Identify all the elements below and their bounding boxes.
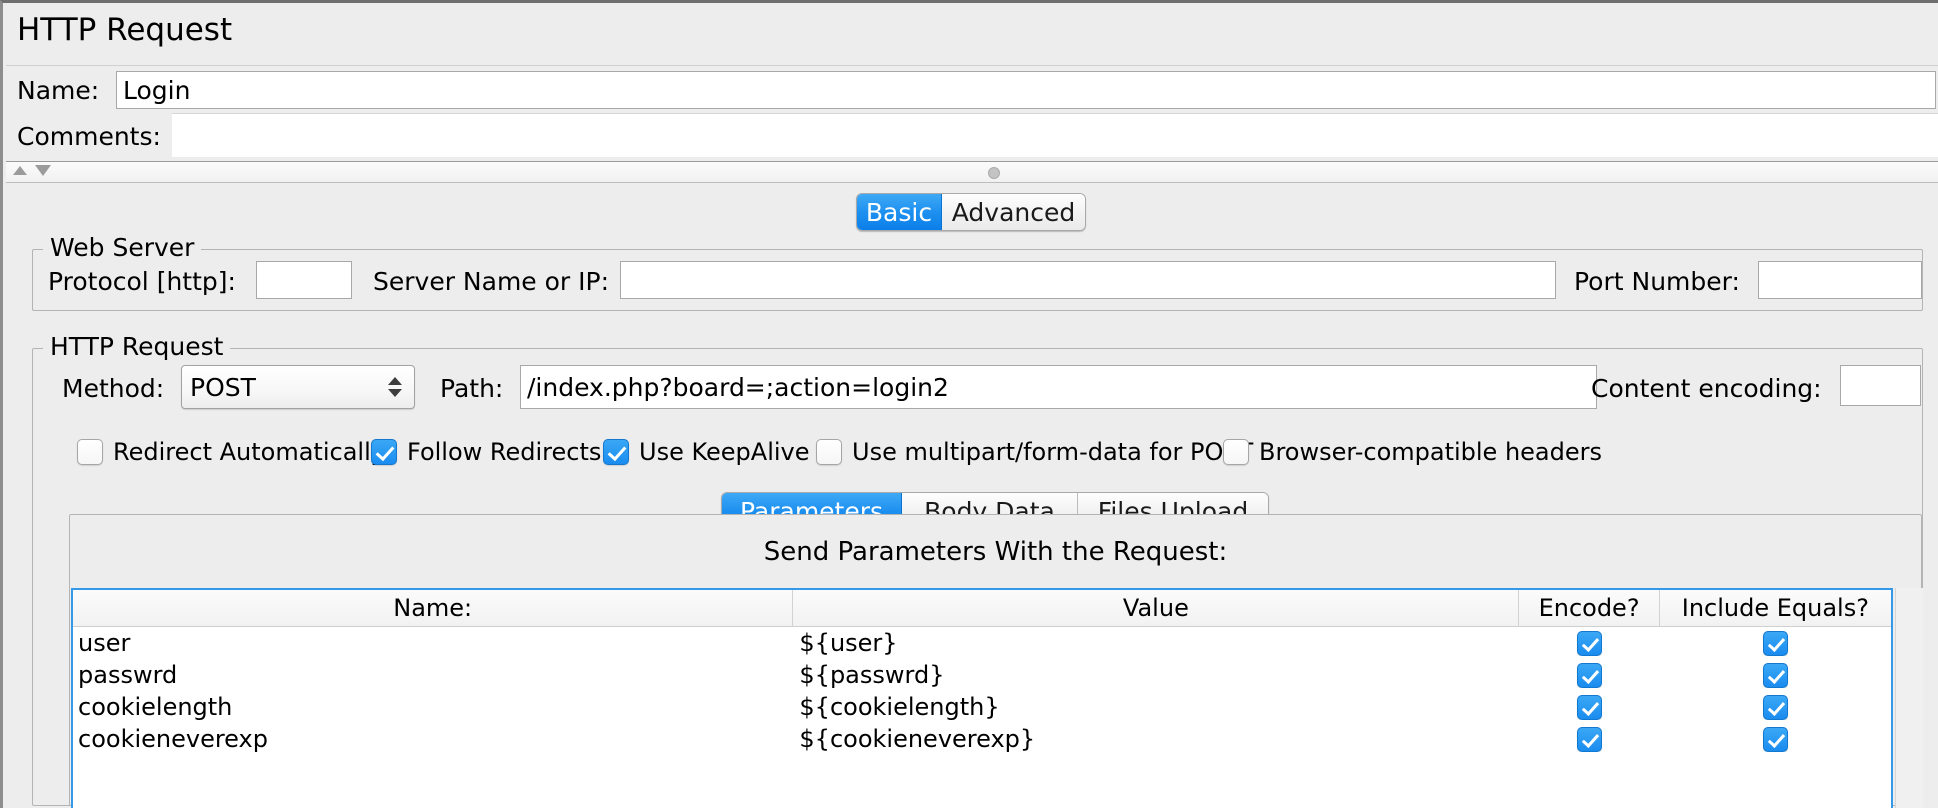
cell-include-equals[interactable] [1660, 663, 1891, 688]
cell-param-name[interactable]: user [73, 629, 793, 657]
parameters-table-body: user ${user} passwrd ${passwrd} [73, 627, 1891, 755]
checkbox-follow-redirects-label: Follow Redirects [407, 438, 601, 466]
cell-include-equals[interactable] [1660, 631, 1891, 656]
checkbox-use-multipart[interactable]: Use multipart/form-data for POST [816, 438, 1253, 466]
checkbox-include-equals-box[interactable] [1763, 631, 1788, 656]
tab-advanced[interactable]: Advanced [942, 194, 1085, 230]
cell-param-name[interactable]: cookieneverexp [73, 725, 793, 753]
checkbox-encode-box[interactable] [1577, 727, 1602, 752]
path-label: Path: [440, 374, 503, 403]
title-bar: HTTP Request [6, 6, 1938, 63]
column-header-name[interactable]: Name: [73, 590, 793, 626]
splitter-bar[interactable] [6, 161, 1938, 183]
parameters-panel: Send Parameters With the Request: Name: … [69, 514, 1922, 806]
window-frame: HTTP Request Name: Comments: Basic [0, 0, 1938, 808]
name-row: Name: [6, 65, 1938, 112]
cell-param-value[interactable]: ${passwrd} [793, 661, 1519, 689]
name-label: Name: [17, 76, 99, 105]
chevron-updown-icon [388, 377, 402, 397]
tab-advanced-label: Advanced [952, 198, 1076, 227]
checkbox-use-keepalive-label: Use KeepAlive [639, 438, 810, 466]
comments-input[interactable] [172, 113, 1938, 157]
cell-param-name[interactable]: cookielength [73, 693, 793, 721]
checkbox-include-equals-box[interactable] [1763, 663, 1788, 688]
checkbox-use-keepalive[interactable]: Use KeepAlive [603, 438, 810, 466]
http-request-group: HTTP Request Method: POST Path: Content … [32, 348, 1923, 806]
table-row[interactable]: cookieneverexp ${cookieneverexp} [73, 723, 1891, 755]
collapse-down-icon[interactable] [35, 165, 51, 176]
checkbox-include-equals-box[interactable] [1763, 727, 1788, 752]
tab-basic[interactable]: Basic [857, 194, 942, 230]
web-server-group: Web Server Protocol [http]: Server Name … [32, 249, 1923, 311]
port-number-label: Port Number: [1574, 267, 1740, 296]
collapse-up-icon[interactable] [13, 166, 27, 175]
http-request-sampler-window: HTTP Request Name: Comments: Basic [0, 0, 1938, 808]
checkbox-redirect-automatically-box[interactable] [77, 439, 103, 465]
checkbox-use-multipart-box[interactable] [816, 439, 842, 465]
page-title: HTTP Request [17, 12, 232, 48]
cell-encode[interactable] [1520, 631, 1660, 656]
tab-basic-label: Basic [866, 198, 932, 227]
mode-tab-group: Basic Advanced [856, 193, 1086, 231]
http-request-group-title: HTTP Request [43, 332, 230, 361]
path-input[interactable] [520, 365, 1597, 409]
column-header-encode[interactable]: Encode? [1519, 590, 1659, 626]
cell-param-value[interactable]: ${user} [793, 629, 1519, 657]
cell-encode[interactable] [1520, 727, 1660, 752]
cell-param-name[interactable]: passwrd [73, 661, 793, 689]
table-row[interactable]: cookielength ${cookielength} [73, 691, 1891, 723]
content-encoding-label: Content encoding: [1591, 374, 1822, 403]
table-row[interactable]: passwrd ${passwrd} [73, 659, 1891, 691]
checkbox-browser-compatible-headers-box[interactable] [1223, 439, 1249, 465]
checkbox-redirect-automatically[interactable]: Redirect Automatically [77, 438, 385, 466]
method-select[interactable]: POST [181, 365, 415, 409]
cell-include-equals[interactable] [1660, 727, 1891, 752]
splitter-arrows[interactable] [13, 165, 51, 176]
parameters-table[interactable]: Name: Value Encode? Include Equals? user… [71, 588, 1893, 808]
web-server-group-title: Web Server [43, 233, 201, 262]
column-header-value[interactable]: Value [793, 590, 1519, 626]
splitter-knob-icon[interactable] [988, 167, 1000, 179]
parameters-table-header: Name: Value Encode? Include Equals? [73, 590, 1891, 627]
protocol-label: Protocol [http]: [48, 267, 236, 296]
checkbox-include-equals-box[interactable] [1763, 695, 1788, 720]
checkbox-encode-box[interactable] [1577, 663, 1602, 688]
server-name-label: Server Name or IP: [373, 267, 609, 296]
checkbox-encode-box[interactable] [1577, 631, 1602, 656]
checkbox-encode-box[interactable] [1577, 695, 1602, 720]
method-label: Method: [62, 374, 164, 403]
content-encoding-input[interactable] [1840, 365, 1921, 406]
checkbox-browser-compatible-headers-label: Browser-compatible headers [1259, 438, 1602, 466]
comments-label: Comments: [17, 122, 161, 151]
request-options-row: Redirect Automatically Follow Redirects … [33, 438, 1922, 478]
protocol-input[interactable] [256, 261, 352, 299]
parameters-table-scrollbar[interactable] [1895, 588, 1923, 808]
cell-param-value[interactable]: ${cookieneverexp} [793, 725, 1519, 753]
cell-include-equals[interactable] [1660, 695, 1891, 720]
cell-param-value[interactable]: ${cookielength} [793, 693, 1519, 721]
checkbox-use-keepalive-box[interactable] [603, 439, 629, 465]
method-value: POST [182, 373, 256, 402]
checkbox-browser-compatible-headers[interactable]: Browser-compatible headers [1223, 438, 1602, 466]
port-number-input[interactable] [1758, 261, 1922, 299]
checkbox-follow-redirects[interactable]: Follow Redirects [371, 438, 601, 466]
sampler-body: Basic Advanced Web Server Protocol [http… [6, 183, 1938, 808]
checkbox-follow-redirects-box[interactable] [371, 439, 397, 465]
checkbox-use-multipart-label: Use multipart/form-data for POST [852, 438, 1253, 466]
server-name-input[interactable] [620, 261, 1556, 299]
cell-encode[interactable] [1520, 695, 1660, 720]
name-input[interactable] [116, 71, 1936, 109]
checkbox-redirect-automatically-label: Redirect Automatically [113, 438, 385, 466]
column-header-include-equals[interactable]: Include Equals? [1660, 590, 1891, 626]
table-row[interactable]: user ${user} [73, 627, 1891, 659]
comments-row: Comments: [6, 113, 1938, 161]
cell-encode[interactable] [1520, 663, 1660, 688]
send-parameters-caption: Send Parameters With the Request: [70, 537, 1921, 567]
